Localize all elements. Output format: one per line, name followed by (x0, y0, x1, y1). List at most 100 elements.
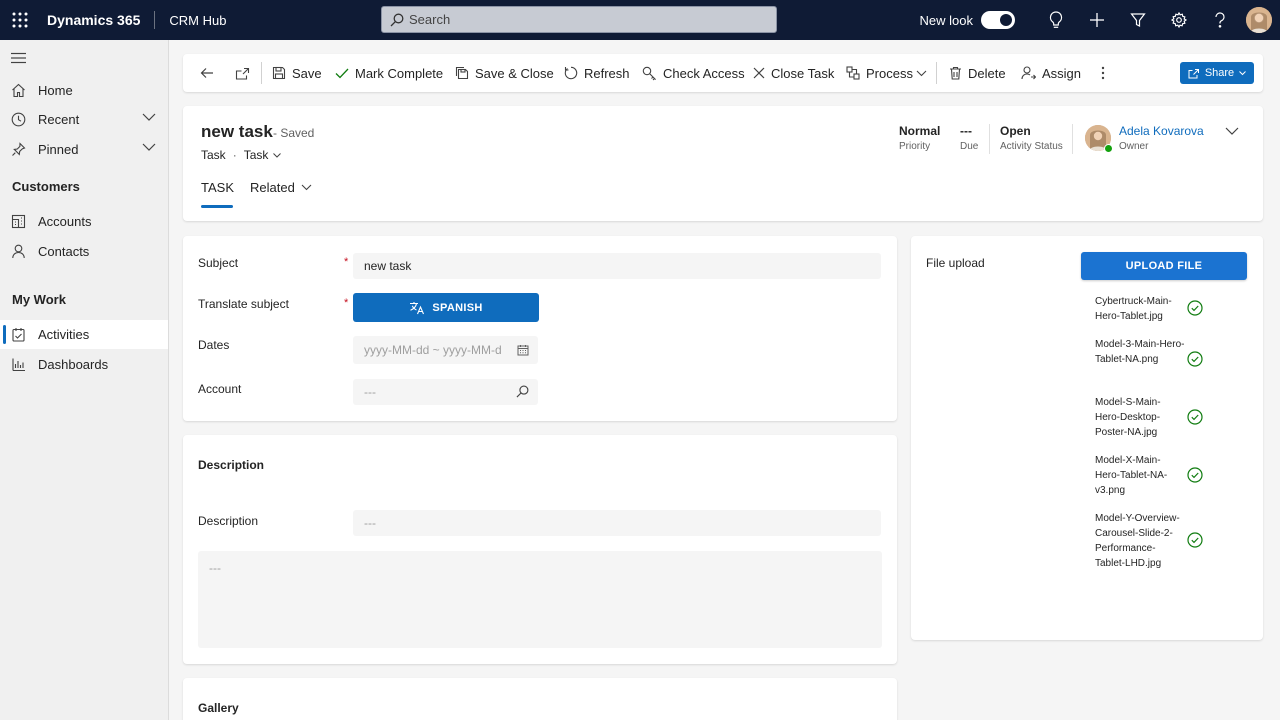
file-item[interactable]: Model-Y-Overview-Carousel-Slide-2-Perfor… (1095, 511, 1185, 571)
dates-input[interactable]: yyyy-MM-dd ~ yyyy-MM-d (353, 336, 538, 364)
trash-icon (950, 66, 961, 80)
filter-icon[interactable] (1117, 0, 1158, 40)
calendar-icon[interactable] (517, 344, 529, 356)
app-launcher-icon[interactable] (0, 0, 40, 40)
sidebar-item-home[interactable]: Home (0, 76, 168, 105)
app-module-name[interactable]: CRM Hub (169, 13, 226, 28)
open-in-new-window-button[interactable] (235, 54, 256, 92)
sidebar-section-my-work: My Work (12, 292, 66, 307)
app-name[interactable]: Dynamics 365 (47, 12, 140, 28)
description-input[interactable]: --- (353, 510, 881, 536)
plus-icon[interactable] (1076, 0, 1117, 40)
subject-input[interactable]: new task (353, 253, 881, 279)
checkmark-icon (335, 68, 349, 78)
record-title: new task (201, 122, 273, 141)
sidebar-item-activities[interactable]: Activities (0, 320, 168, 349)
tab-task[interactable]: TASK (201, 180, 234, 195)
mark-complete-button[interactable]: Mark Complete (335, 54, 443, 92)
sidebar-item-label: Accounts (38, 214, 92, 229)
check-access-button[interactable]: Check Access (642, 54, 745, 92)
sidebar-item-label: Activities (38, 327, 90, 342)
check-circle-icon (1187, 300, 1203, 316)
save-status: - Saved (273, 126, 315, 140)
record-header: new task - Saved Task · Task Normal Prio… (183, 106, 1263, 221)
save-label: Save (292, 65, 322, 81)
search-icon[interactable] (516, 385, 529, 398)
file-item[interactable]: Cybertruck-Main-Hero-Tablet.jpg (1095, 294, 1185, 324)
lightbulb-icon[interactable] (1035, 0, 1076, 40)
account-placeholder: --- (364, 385, 376, 399)
key-icon (642, 66, 656, 80)
activities-icon (11, 327, 26, 342)
close-task-button[interactable]: Close Task (753, 54, 834, 92)
clock-icon (11, 112, 26, 127)
record-entity: Task · Task (201, 148, 282, 162)
file-item[interactable]: Model-S-Main-Hero-Desktop-Poster-NA.jpg (1095, 395, 1185, 440)
contact-icon (11, 244, 26, 259)
activity-status-value: Open (1000, 124, 1031, 138)
chevron-down-icon[interactable] (142, 143, 156, 151)
tab-related[interactable]: Related (250, 180, 312, 195)
chevron-down-icon (1239, 70, 1247, 75)
assign-label: Assign (1042, 65, 1082, 81)
dates-label: Dates (198, 338, 230, 352)
priority-field: Normal Priority (899, 124, 940, 152)
search-input[interactable]: Search (381, 6, 777, 33)
share-button[interactable]: Share (1180, 62, 1254, 84)
settings-icon[interactable] (1158, 0, 1199, 40)
header-divider (989, 124, 990, 154)
assign-button[interactable]: Assign (1021, 54, 1081, 92)
priority-label: Priority (899, 141, 931, 152)
sidebar-item-pinned[interactable]: Pinned (0, 135, 168, 164)
chevron-down-icon[interactable] (273, 152, 282, 158)
sidebar: Home Recent Pinned Customers Accounts Co… (0, 40, 169, 720)
owner-name-link[interactable]: Adela Kovarova (1119, 124, 1204, 138)
user-avatar[interactable] (1246, 7, 1272, 33)
refresh-label: Refresh (584, 65, 630, 81)
activity-status-field: Open Activity Status (1000, 124, 1063, 152)
check-circle-icon (1187, 532, 1203, 548)
save-button[interactable]: Save (272, 54, 322, 92)
form-selector[interactable]: Task (244, 148, 269, 162)
translate-spanish-button[interactable]: SPANISH (353, 293, 539, 322)
description-textarea[interactable]: --- (198, 551, 882, 648)
sidebar-item-dashboards[interactable]: Dashboards (0, 350, 168, 379)
delete-button[interactable]: Delete (949, 54, 1006, 92)
process-button[interactable]: Process (846, 54, 913, 92)
check-circle-icon (1187, 409, 1203, 425)
new-look-label: New look (919, 12, 973, 28)
dates-placeholder: yyyy-MM-dd ~ yyyy-MM-d (364, 343, 502, 357)
due-label: Due (960, 141, 979, 152)
process-flow-icon (846, 66, 860, 80)
command-bar: Save Mark Complete Save & Close Refresh … (183, 54, 1263, 92)
file-item[interactable]: Model-3-Main-Hero-Tablet-NA.png (1095, 337, 1185, 367)
save-and-close-button[interactable]: Save & Close (455, 54, 554, 92)
presence-available-icon (1104, 144, 1113, 153)
account-lookup-input[interactable]: --- (353, 379, 538, 405)
sidebar-item-accounts[interactable]: Accounts (0, 207, 168, 236)
delete-label: Delete (968, 65, 1006, 81)
chevron-down-icon[interactable] (142, 113, 156, 121)
refresh-button[interactable]: Refresh (564, 54, 630, 92)
sidebar-item-contacts[interactable]: Contacts (0, 237, 168, 266)
upload-file-button[interactable]: UPLOAD FILE (1081, 252, 1247, 280)
back-button[interactable] (200, 54, 220, 92)
translate-subject-label: Translate subject (198, 297, 289, 311)
check-access-label: Check Access (663, 65, 745, 81)
hamburger-menu-icon[interactable] (11, 52, 26, 64)
activity-status-label: Activity Status (1000, 141, 1063, 152)
header-expand-chevron-icon[interactable] (1225, 127, 1239, 135)
new-look-toggle[interactable] (981, 11, 1015, 29)
file-item[interactable]: Model-X-Main-Hero-Tablet-NA-v3.png (1095, 453, 1185, 498)
sidebar-item-label: Contacts (38, 244, 90, 259)
back-arrow-icon (200, 68, 213, 78)
sidebar-item-label: Pinned (38, 142, 79, 157)
mark-complete-label: Mark Complete (355, 65, 444, 81)
sidebar-item-recent[interactable]: Recent (0, 105, 168, 134)
more-commands-icon[interactable] (1101, 54, 1111, 92)
open-in-new-window-icon (235, 67, 250, 80)
help-icon[interactable] (1199, 0, 1240, 40)
dashboard-icon (11, 357, 26, 372)
process-chevron-down-icon[interactable] (916, 54, 933, 92)
accounts-icon (11, 214, 26, 229)
